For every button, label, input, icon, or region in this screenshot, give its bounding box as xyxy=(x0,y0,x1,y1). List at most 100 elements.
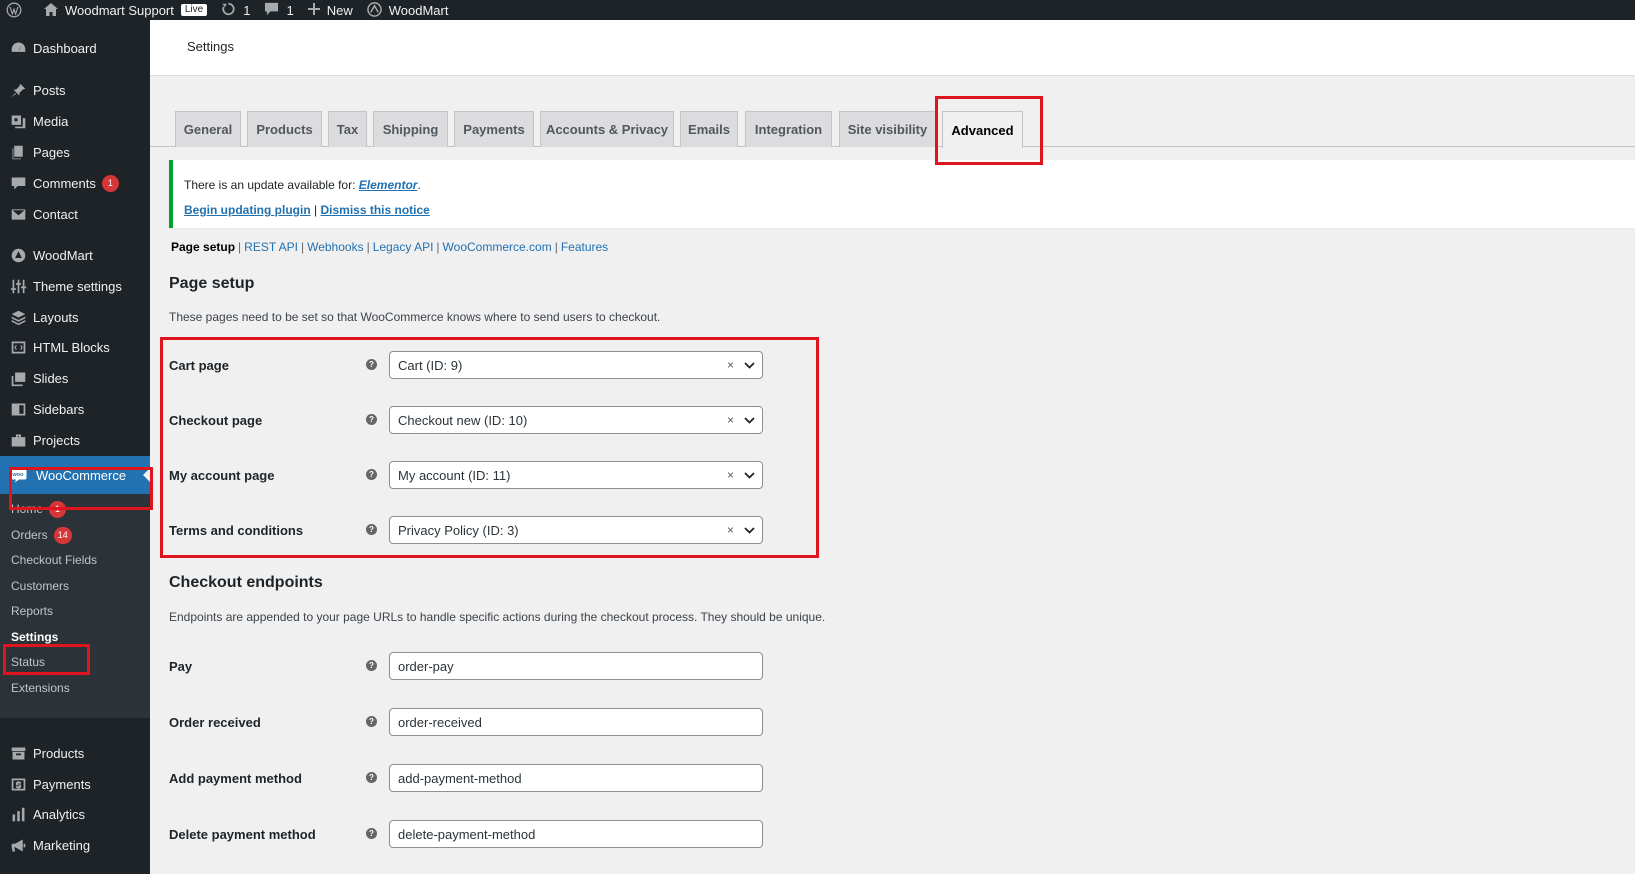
admin-bar-new[interactable]: New xyxy=(307,0,353,20)
tab-site-visibility[interactable]: Site visibility xyxy=(839,111,936,147)
menu-item-dashboard[interactable]: Dashboard xyxy=(0,34,150,62)
subnav-webhooks[interactable]: Webhooks xyxy=(307,240,363,254)
clear-icon[interactable]: × xyxy=(727,523,734,537)
admin-bar-comments[interactable]: 1 xyxy=(264,0,294,20)
menu-label: Slides xyxy=(33,370,69,386)
menu-label: Pages xyxy=(33,144,70,160)
cart-page-select[interactable]: Cart (ID: 9) × xyxy=(389,351,763,379)
menu-item-html-blocks[interactable]: HTML Blocks xyxy=(0,333,150,361)
dismiss-notice-link[interactable]: Dismiss this notice xyxy=(320,203,429,217)
submenu-reports[interactable]: Reports xyxy=(11,600,53,622)
chevron-down-icon[interactable] xyxy=(740,416,758,424)
tab-integration[interactable]: Integration xyxy=(745,111,832,147)
menu-item-theme-settings[interactable]: Theme settings xyxy=(0,272,150,300)
submenu-label: Reports xyxy=(11,604,54,618)
wordpress-logo-icon[interactable] xyxy=(6,0,26,20)
submenu-label: Status xyxy=(11,655,46,669)
terms-page-select[interactable]: Privacy Policy (ID: 3) × xyxy=(389,516,763,544)
submenu-orders[interactable]: Orders 14 xyxy=(11,524,72,546)
menu-item-woodmart[interactable]: WoodMart xyxy=(0,241,150,269)
tab-tax[interactable]: Tax xyxy=(328,111,367,147)
submenu-home[interactable]: Home 1 xyxy=(11,498,67,520)
checkout-page-select[interactable]: Checkout new (ID: 10) × xyxy=(389,406,763,434)
svg-text:woo: woo xyxy=(12,472,25,478)
menu-item-pages[interactable]: Pages xyxy=(0,138,150,166)
submenu-extensions[interactable]: Extensions xyxy=(11,677,70,699)
menu-item-projects[interactable]: Projects xyxy=(0,426,150,454)
menu-label: WoodMart xyxy=(33,247,93,263)
menu-label: Layouts xyxy=(33,309,79,325)
notice-plugin-link[interactable]: Elementor xyxy=(359,178,418,192)
pay-endpoint-input[interactable] xyxy=(389,652,763,680)
tab-accounts-privacy[interactable]: Accounts & Privacy xyxy=(540,111,674,147)
subnav-features[interactable]: Features xyxy=(561,240,608,254)
clear-icon[interactable]: × xyxy=(727,413,734,427)
order-received-endpoint-input[interactable] xyxy=(389,708,763,736)
submenu-customers[interactable]: Customers xyxy=(11,575,69,597)
menu-label: Dashboard xyxy=(33,40,97,56)
new-label: New xyxy=(326,2,353,18)
woocommerce-submenu: Home 1 Orders 14 Checkout Fields Custome… xyxy=(0,494,150,718)
subnav-legacy-api[interactable]: Legacy API xyxy=(373,240,434,254)
media-icon xyxy=(0,113,36,130)
menu-item-layouts[interactable]: Layouts xyxy=(0,303,150,331)
subnav-rest-api[interactable]: REST API xyxy=(244,240,298,254)
checkout-endpoints-heading: Checkout endpoints xyxy=(169,574,323,591)
clear-icon[interactable]: × xyxy=(727,358,734,372)
code-icon xyxy=(0,339,36,356)
sliders-icon xyxy=(0,278,36,295)
woodmart-icon xyxy=(0,247,36,264)
menu-item-comments[interactable]: Comments 1 xyxy=(0,169,150,197)
tab-emails[interactable]: Emails xyxy=(680,111,738,147)
tab-payments[interactable]: Payments xyxy=(454,111,534,147)
help-icon[interactable]: ? xyxy=(366,716,377,727)
menu-item-analytics[interactable]: Analytics xyxy=(0,800,150,828)
menu-item-contact[interactable]: Contact xyxy=(0,200,150,228)
menu-item-payments[interactable]: Payments xyxy=(0,770,150,798)
admin-bar-site[interactable]: Woodmart Support Live xyxy=(44,0,208,20)
clear-icon[interactable]: × xyxy=(727,468,734,482)
menu-item-media[interactable]: Media xyxy=(0,107,150,135)
woodmart-label: WoodMart xyxy=(388,2,449,18)
admin-bar-updates[interactable]: 1 xyxy=(221,0,250,20)
help-icon[interactable]: ? xyxy=(366,828,377,839)
help-icon[interactable]: ? xyxy=(366,772,377,783)
menu-item-posts[interactable]: Posts xyxy=(0,76,150,104)
help-icon[interactable]: ? xyxy=(366,660,377,671)
home-badge: 1 xyxy=(49,500,67,518)
menu-item-marketing[interactable]: Marketing xyxy=(0,831,150,859)
menu-item-products[interactable]: Products xyxy=(0,739,150,767)
add-payment-method-endpoint-input[interactable] xyxy=(389,764,763,792)
menu-label: Marketing xyxy=(33,837,91,853)
my-account-page-label: My account page xyxy=(169,468,275,483)
tab-advanced[interactable]: Advanced xyxy=(942,111,1023,148)
help-icon[interactable]: ? xyxy=(366,359,377,370)
help-icon[interactable]: ? xyxy=(366,414,377,425)
admin-bar-woodmart[interactable]: WoodMart xyxy=(366,0,449,20)
chevron-down-icon[interactable] xyxy=(740,361,758,369)
submenu-label: Checkout Fields xyxy=(11,553,98,567)
submenu-status[interactable]: Status xyxy=(11,651,45,673)
pages-icon xyxy=(0,144,36,161)
submenu-settings[interactable]: Settings xyxy=(11,626,58,648)
my-account-page-select[interactable]: My account (ID: 11) × xyxy=(389,461,763,489)
chevron-down-icon[interactable] xyxy=(740,471,758,479)
tab-products[interactable]: Products xyxy=(247,111,322,147)
notice-text: There is an update available for: Elemen… xyxy=(184,178,421,192)
menu-item-slides[interactable]: Slides xyxy=(0,364,150,392)
tab-shipping[interactable]: Shipping xyxy=(373,111,448,147)
sidebar-icon xyxy=(0,401,36,418)
tab-general[interactable]: General xyxy=(175,111,241,147)
menu-item-woocommerce[interactable]: woo WooCommerce xyxy=(0,456,150,494)
help-icon[interactable]: ? xyxy=(366,524,377,535)
menu-item-sidebars[interactable]: Sidebars xyxy=(0,395,150,423)
chevron-down-icon[interactable] xyxy=(740,526,758,534)
help-icon[interactable]: ? xyxy=(366,469,377,480)
begin-updating-link[interactable]: Begin updating plugin xyxy=(184,203,311,217)
subnav-woocommerce-com[interactable]: WooCommerce.com xyxy=(443,240,552,254)
delete-payment-method-endpoint-input[interactable] xyxy=(389,820,763,848)
update-notice: There is an update available for: Elemen… xyxy=(169,160,1635,228)
submenu-checkout-fields[interactable]: Checkout Fields xyxy=(11,549,97,571)
section-subnav: Page setup | REST API | Webhooks | Legacy API |… xyxy=(171,240,609,254)
dollar-icon xyxy=(0,776,36,793)
